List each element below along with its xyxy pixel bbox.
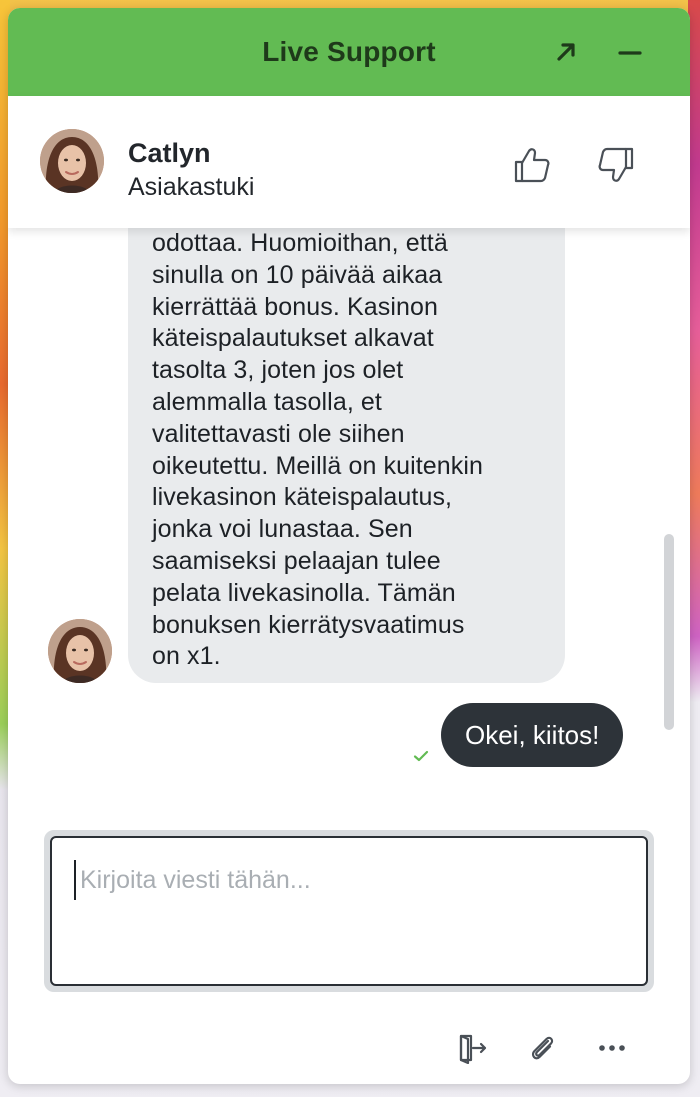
agent-message-text: odottaa. Huomioithan, että sinulla on 10… [152,229,484,671]
agent-message-bubble: odottaa. Huomioithan, että sinulla on 10… [128,228,565,683]
agent-avatar [40,129,104,193]
attach-file-button[interactable] [522,1028,562,1068]
agent-header: Catlyn Asiakastuki [8,96,690,228]
message-composer [44,830,654,992]
minimize-button[interactable] [612,34,648,70]
minimize-icon [618,51,642,55]
thumbs-up-button[interactable] [510,143,554,187]
live-support-widget: Live Support Catlyn Asiakastuki odottaa.… [8,8,690,1084]
message-list: odottaa. Huomioithan, että sinulla on 10… [8,228,690,820]
more-dots-icon [599,1045,625,1051]
more-options-button[interactable] [592,1028,632,1068]
message-input[interactable] [74,860,614,900]
end-chat-button[interactable] [452,1028,492,1068]
thumbs-down-button[interactable] [594,143,638,187]
expand-arrow-icon [557,43,575,61]
message-scrollbar[interactable] [664,534,674,730]
thumbs-down-icon [598,147,634,182]
agent-role: Asiakastuki [128,173,255,201]
agent-name: Catlyn [128,138,211,168]
exit-icon [459,1034,487,1064]
thumbs-up-icon [514,148,550,183]
message-composer-box [50,836,648,986]
expand-button[interactable] [548,34,584,70]
widget-titlebar: Live Support [8,8,690,96]
user-message-bubble: Okei, kiitos! [441,703,624,767]
agent-message-avatar [48,619,112,683]
check-icon [413,750,429,762]
widget-title: Live Support [262,36,436,67]
paperclip-icon [531,1036,554,1060]
